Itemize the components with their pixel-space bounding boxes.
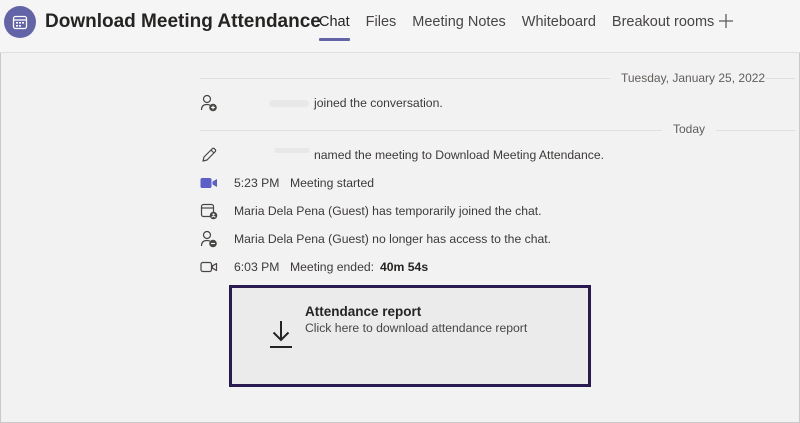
person-remove-icon [199,229,219,249]
event-text: joined the conversation. [314,96,443,110]
tab-whiteboard[interactable]: Whiteboard [522,14,596,30]
attendance-report-card[interactable]: Attendance report Click here to download… [229,285,591,387]
event-text: Maria Dela Pena (Guest) has temporarily … [234,204,542,218]
tab-meeting-notes[interactable]: Meeting Notes [412,14,506,30]
chat-event: Maria Dela Pena (Guest) has temporarily … [199,201,759,221]
meeting-header: Download Meeting Attendance Chat Files M… [0,0,800,53]
event-time: 6:03 PM [234,260,280,274]
chat-event: joined the conversation. [199,93,759,113]
chat-event: Maria Dela Pena (Guest) no longer has ac… [199,229,759,249]
event-text: Maria Dela Pena (Guest) no longer has ac… [234,232,552,246]
chat-event: 6:03 PM Meeting ended: 40m 54s [199,257,759,277]
date-divider [200,78,610,79]
tab-breakout-rooms[interactable]: Breakout rooms [612,14,714,30]
event-text: Meeting started [290,176,375,190]
calendar-icon[interactable] [4,6,36,38]
attendance-report-title: Attendance report [305,304,422,319]
page-title: Download Meeting Attendance [45,11,321,32]
redacted-name [269,100,309,107]
event-text: named the meeting to Download Meeting At… [314,148,604,162]
date-divider [716,130,795,131]
date-divider [765,78,795,79]
video-camera-outline-icon [199,257,219,277]
meeting-duration: 40m 54s [380,260,429,274]
chat-event: 5:23 PM Meeting started [199,173,759,193]
person-add-icon [199,93,219,113]
date-separator: Tuesday, January 25, 2022 [621,71,766,85]
date-separator: Today [673,122,706,136]
event-text: Meeting ended: [290,260,375,274]
event-time: 5:23 PM [234,176,280,190]
tab-bar: Chat Files Meeting Notes Whiteboard Brea… [319,14,730,41]
download-icon [268,318,294,352]
date-divider [200,130,662,131]
plus-icon[interactable] [716,11,736,31]
pencil-icon [199,145,219,165]
video-camera-filled-icon [199,173,219,193]
redacted-name [274,148,310,153]
tab-chat[interactable]: Chat [319,14,350,41]
tab-files[interactable]: Files [366,14,397,30]
attendance-report-subtitle: Click here to download attendance report [305,321,528,335]
calendar-person-icon [199,201,219,221]
chat-event: named the meeting to Download Meeting At… [199,145,759,165]
